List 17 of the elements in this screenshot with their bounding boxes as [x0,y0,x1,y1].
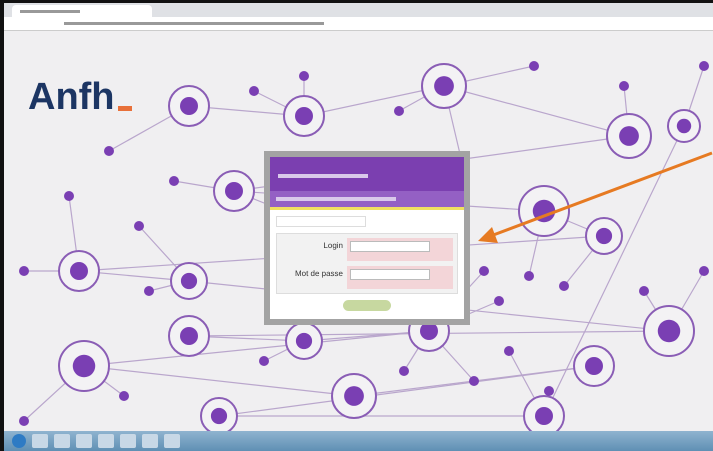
field-label: Login [322,240,343,250]
start-icon[interactable] [12,434,26,448]
input-field[interactable] [350,269,430,280]
field-label: Mot de passe [294,268,343,278]
taskbar-app-icon[interactable] [142,434,158,448]
taskbar-app-icon[interactable] [120,434,136,448]
taskbar-app-icon[interactable] [54,434,70,448]
input-field[interactable] [350,241,430,252]
address-bar[interactable] [4,17,713,31]
taskbar-app-icon[interactable] [76,434,92,448]
taskbar-app-icon[interactable] [98,434,114,448]
logo: Anfh [28,76,132,119]
taskbar-app-icon[interactable] [164,434,180,448]
identification-field[interactable] [276,216,366,227]
submit-button[interactable] [343,300,391,311]
taskbar-app-icon[interactable] [32,434,48,448]
browser-tab[interactable] [12,5,152,17]
